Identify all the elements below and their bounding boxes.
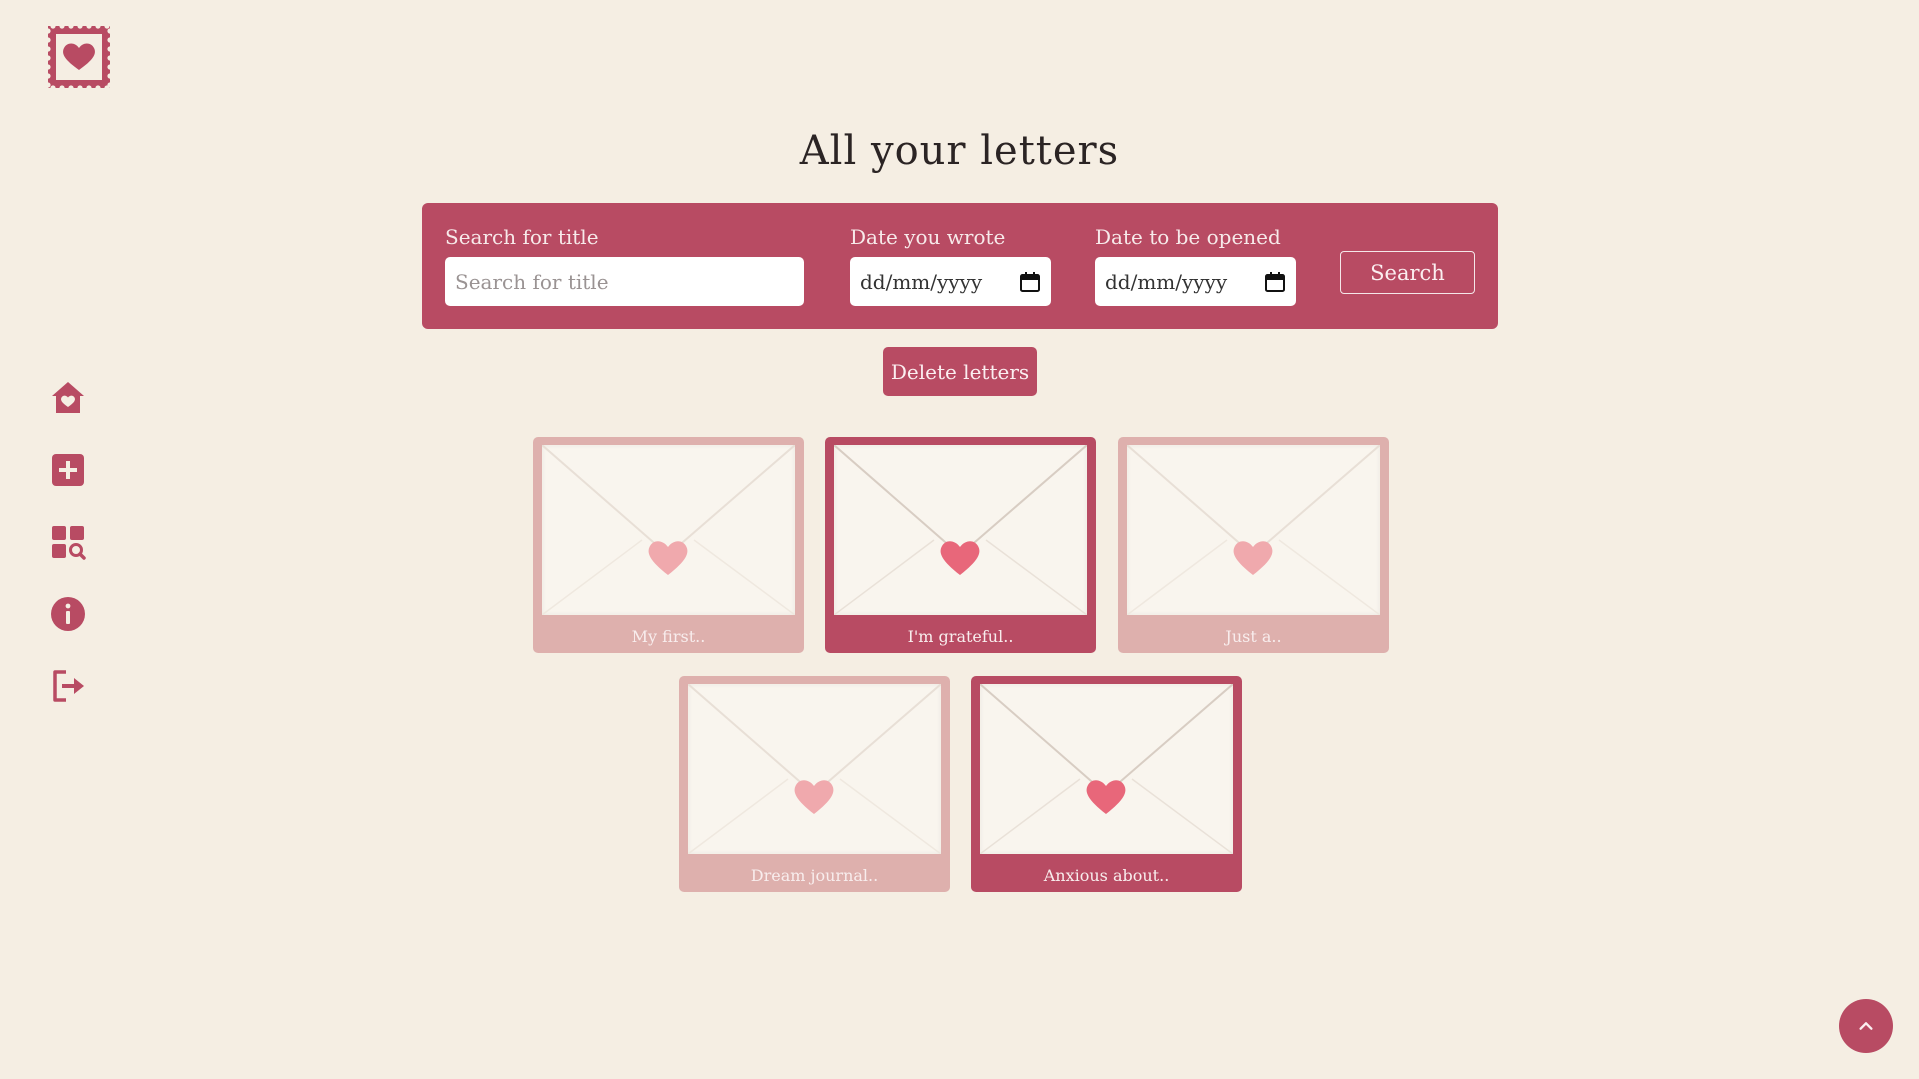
date-wrote-group: Date you wrote dd/mm/yyyy xyxy=(850,225,1051,306)
search-button[interactable]: Search xyxy=(1340,251,1475,294)
letter-card[interactable]: I'm grateful.. xyxy=(825,437,1096,653)
logout-icon xyxy=(53,670,84,702)
page: All your letters Search for title Date y… xyxy=(0,0,1919,1079)
letter-title: Anxious about.. xyxy=(1043,866,1170,885)
sidebar-item-logout[interactable] xyxy=(48,668,88,704)
grid-search-icon xyxy=(52,526,86,560)
letter-title: I'm grateful.. xyxy=(907,627,1014,646)
letter-title: Just a.. xyxy=(1225,627,1282,646)
date-open-input[interactable]: dd/mm/yyyy xyxy=(1095,257,1296,306)
search-panel: Search for title Date you wrote dd/mm/yy… xyxy=(422,203,1498,329)
date-open-group: Date to be opened dd/mm/yyyy xyxy=(1095,225,1296,306)
date-wrote-input[interactable]: dd/mm/yyyy xyxy=(850,257,1051,306)
date-open-label: Date to be opened xyxy=(1095,225,1281,249)
title-search-label: Search for title xyxy=(445,225,599,249)
sidebar-item-all-letters[interactable] xyxy=(48,524,88,560)
calendar-icon[interactable] xyxy=(1264,271,1286,293)
delete-letters-button[interactable]: Delete letters xyxy=(883,347,1037,396)
date-wrote-label: Date you wrote xyxy=(850,225,1006,249)
home-heart-icon xyxy=(52,382,84,413)
sidebar-item-about[interactable] xyxy=(48,596,88,632)
envelope-image xyxy=(1127,445,1380,615)
title-search-input[interactable] xyxy=(445,257,804,306)
calendar-icon[interactable] xyxy=(1019,271,1041,293)
letter-card[interactable]: Dream journal.. xyxy=(679,676,950,892)
sidebar xyxy=(48,380,88,704)
sidebar-item-home[interactable] xyxy=(48,380,88,416)
date-wrote-placeholder: dd/mm/yyyy xyxy=(860,269,983,294)
envelope-image xyxy=(542,445,795,615)
letter-title: Dream journal.. xyxy=(750,866,879,885)
date-open-placeholder: dd/mm/yyyy xyxy=(1105,269,1228,294)
page-title: All your letters xyxy=(799,128,1120,174)
chevron-up-icon xyxy=(1859,1022,1873,1030)
sidebar-item-new-letter[interactable] xyxy=(48,452,88,488)
scroll-to-top-button[interactable] xyxy=(1839,999,1893,1053)
title-search-group: Search for title xyxy=(445,225,804,306)
letter-card[interactable]: Just a.. xyxy=(1118,437,1389,653)
add-icon xyxy=(52,454,84,486)
envelope-image xyxy=(980,684,1233,854)
info-icon xyxy=(51,597,85,631)
letter-card[interactable]: Anxious about.. xyxy=(971,676,1242,892)
heart-stamp-logo-icon[interactable] xyxy=(45,23,113,91)
envelope-image xyxy=(834,445,1087,615)
letter-card[interactable]: My first.. xyxy=(533,437,804,653)
envelope-image xyxy=(688,684,941,854)
letter-title: My first.. xyxy=(631,627,706,646)
